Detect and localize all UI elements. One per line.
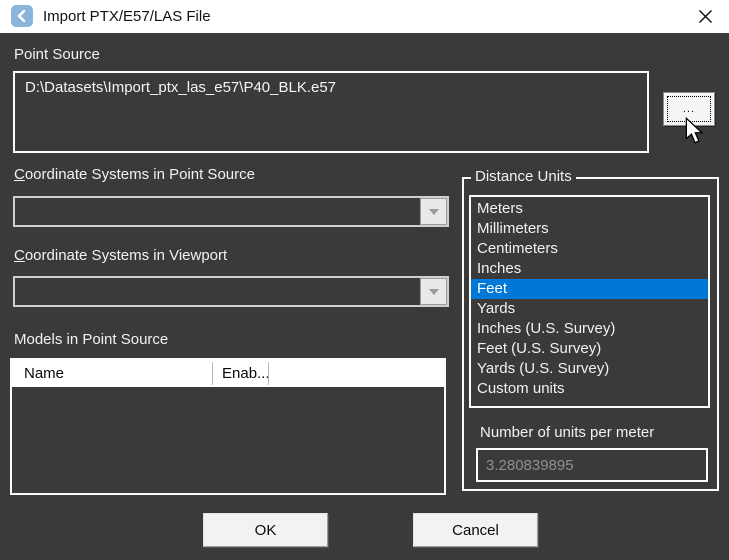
unit-option-millimeters[interactable]: Millimeters [471, 219, 708, 239]
models-table-header: Name Enab... [12, 360, 444, 387]
unit-option-feet-u-s-survey-[interactable]: Feet (U.S. Survey) [471, 339, 708, 359]
coord-viewport-label: Coordinate Systems in Viewport [14, 247, 227, 264]
point-source-box[interactable]: D:\Datasets\Import_ptx_las_e57\P40_BLK.e… [13, 71, 649, 153]
unit-option-feet[interactable]: Feet [471, 279, 708, 299]
browse-button-label: ... [667, 96, 711, 122]
window-title: Import PTX/E57/LAS File [43, 0, 211, 33]
point-source-label: Point Source [14, 46, 100, 63]
point-source-path: D:\Datasets\Import_ptx_las_e57\P40_BLK.e… [25, 79, 336, 96]
models-label: Models in Point Source [14, 331, 168, 348]
distance-units-list: MetersMillimetersCentimetersInchesFeetYa… [469, 195, 710, 408]
coord-source-label: Coordinate Systems in Point Source [14, 166, 255, 183]
cancel-button[interactable]: Cancel [413, 513, 538, 547]
app-icon [11, 5, 33, 27]
unit-option-yards-u-s-survey-[interactable]: Yards (U.S. Survey) [471, 359, 708, 379]
unit-option-meters[interactable]: Meters [471, 199, 708, 219]
unit-option-inches-u-s-survey-[interactable]: Inches (U.S. Survey) [471, 319, 708, 339]
units-per-meter-field: 3.280839895 [476, 448, 708, 482]
unit-option-centimeters[interactable]: Centimeters [471, 239, 708, 259]
coord-source-dropdown-button[interactable] [420, 198, 447, 225]
column-header-enabled[interactable]: Enab... [222, 360, 270, 387]
ok-button[interactable]: OK [203, 513, 328, 547]
chevron-down-icon [429, 289, 439, 295]
chevron-down-icon [429, 209, 439, 215]
coord-source-combobox[interactable] [13, 196, 449, 227]
coord-viewport-dropdown-button[interactable] [420, 278, 447, 305]
title-bar: Import PTX/E57/LAS File [0, 0, 729, 33]
distance-units-group: Distance Units MetersMillimetersCentimet… [462, 177, 719, 491]
close-button[interactable] [685, 0, 725, 33]
column-divider[interactable] [268, 362, 269, 385]
import-dialog: Import PTX/E57/LAS File Point Source D:\… [0, 0, 729, 560]
close-icon [698, 9, 713, 24]
unit-option-yards[interactable]: Yards [471, 299, 708, 319]
unit-option-inches[interactable]: Inches [471, 259, 708, 279]
column-divider[interactable] [212, 362, 213, 385]
unit-option-custom-units[interactable]: Custom units [471, 379, 708, 399]
distance-units-group-label: Distance Units [471, 168, 576, 185]
browse-button[interactable]: ... [663, 92, 715, 126]
models-table: Name Enab... [10, 358, 446, 495]
back-chevron-icon [15, 9, 29, 23]
units-per-meter-label: Number of units per meter [480, 424, 654, 441]
coord-viewport-combobox[interactable] [13, 276, 449, 307]
column-header-name[interactable]: Name [24, 360, 64, 387]
